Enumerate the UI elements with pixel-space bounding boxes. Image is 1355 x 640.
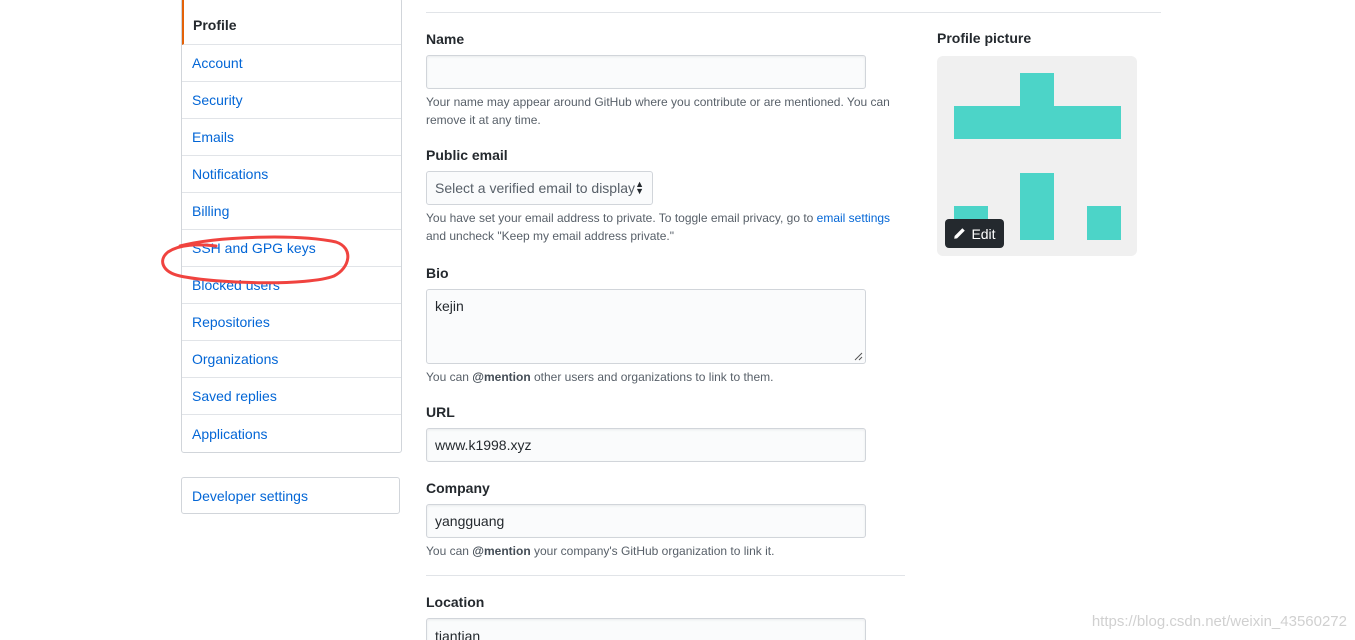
- bio-note: You can @mention other users and organiz…: [426, 368, 773, 386]
- sidebar-item-label: Developer settings: [192, 487, 308, 504]
- sidebar-item-label: Repositories: [192, 314, 270, 330]
- sidebar-item-blocked-users[interactable]: Blocked users: [182, 267, 401, 304]
- mention-text: @mention: [472, 370, 531, 384]
- sidebar-item-label: Billing: [192, 203, 230, 219]
- public-email-select-placeholder: Select a verified email to display: [435, 180, 635, 196]
- select-arrows-icon: ▲ ▼: [635, 179, 644, 196]
- public-email-label: Public email: [426, 147, 508, 163]
- mention-text: @mention: [472, 544, 531, 558]
- sidebar-item-ssh-gpg-keys[interactable]: SSH and GPG keys: [182, 230, 401, 267]
- bio-textarea[interactable]: kejin: [426, 289, 866, 364]
- name-note: Your name may appear around GitHub where…: [426, 95, 890, 127]
- sidebar-item-label: Saved replies: [192, 388, 277, 404]
- url-label: URL: [426, 404, 455, 420]
- sidebar-item-repositories[interactable]: Repositories: [182, 304, 401, 341]
- public-email-note-text-2: and uncheck "Keep my email address priva…: [426, 229, 674, 243]
- section-divider: [426, 575, 905, 576]
- url-value: www.k1998.xyz: [435, 437, 532, 453]
- name-field[interactable]: [426, 55, 866, 89]
- sidebar-item-label: SSH and GPG keys: [192, 240, 316, 256]
- company-note: You can @mention your company's GitHub o…: [426, 542, 774, 560]
- sidebar-item-applications[interactable]: Applications: [182, 415, 401, 452]
- public-email-select[interactable]: Select a verified email to display ▲ ▼: [426, 171, 653, 205]
- sidebar-item-emails[interactable]: Emails: [182, 119, 401, 156]
- edit-avatar-button[interactable]: Edit: [945, 219, 1004, 248]
- email-settings-link[interactable]: email settings: [817, 211, 890, 225]
- location-value: tiantian: [435, 628, 481, 640]
- sidebar-item-label: Organizations: [192, 351, 279, 367]
- resize-handle-icon[interactable]: [853, 351, 863, 361]
- company-note-text-2: your company's GitHub organization to li…: [534, 544, 775, 558]
- pencil-icon: [954, 228, 966, 239]
- sidebar-item-label: Blocked users: [192, 277, 280, 293]
- profile-picture-label: Profile picture: [937, 30, 1032, 46]
- sidebar-item-account[interactable]: Account: [182, 45, 401, 82]
- settings-page: Profile Account Security Emails Notifica…: [0, 0, 1355, 640]
- sidebar-item-label: Emails: [192, 129, 235, 145]
- company-label: Company: [426, 480, 490, 496]
- location-label: Location: [426, 594, 485, 610]
- bio-value: kejin: [435, 298, 464, 314]
- company-note-text: You can: [426, 544, 469, 558]
- watermark: https://blog.csdn.net/weixin_43560272: [1091, 613, 1347, 630]
- sidebar-item-label: Account: [192, 55, 243, 71]
- sidebar-item-billing[interactable]: Billing: [182, 193, 401, 230]
- bio-note-text-2: other users and organizations to link to…: [534, 370, 774, 384]
- sidebar-item-label: Security: [192, 92, 243, 108]
- sidebar-item-profile[interactable]: Profile: [182, 0, 401, 45]
- location-field[interactable]: tiantian: [426, 618, 866, 640]
- sidebar-item-organizations[interactable]: Organizations: [182, 341, 401, 378]
- company-value: yangguang: [435, 513, 505, 529]
- url-field[interactable]: www.k1998.xyz: [426, 428, 866, 462]
- name-label: Name: [426, 31, 465, 47]
- public-email-note-text: You have set your email address to priva…: [426, 211, 814, 225]
- sidebar-item-label: Profile: [193, 16, 237, 33]
- edit-label: Edit: [971, 225, 996, 242]
- sidebar-item-label: Notifications: [192, 166, 269, 182]
- bio-label: Bio: [426, 265, 449, 281]
- sidebar-item-saved-replies[interactable]: Saved replies: [182, 378, 401, 415]
- public-email-note: You have set your email address to priva…: [426, 209, 896, 245]
- company-field[interactable]: yangguang: [426, 504, 866, 538]
- section-divider: [426, 12, 1161, 13]
- sidebar-item-notifications[interactable]: Notifications: [182, 156, 401, 193]
- bio-note-text: You can: [426, 370, 469, 384]
- sidebar-item-developer-settings[interactable]: Developer settings: [181, 477, 400, 514]
- sidebar-item-label: Applications: [192, 425, 268, 442]
- settings-sidebar: Profile Account Security Emails Notifica…: [181, 0, 402, 453]
- sidebar-item-security[interactable]: Security: [182, 82, 401, 119]
